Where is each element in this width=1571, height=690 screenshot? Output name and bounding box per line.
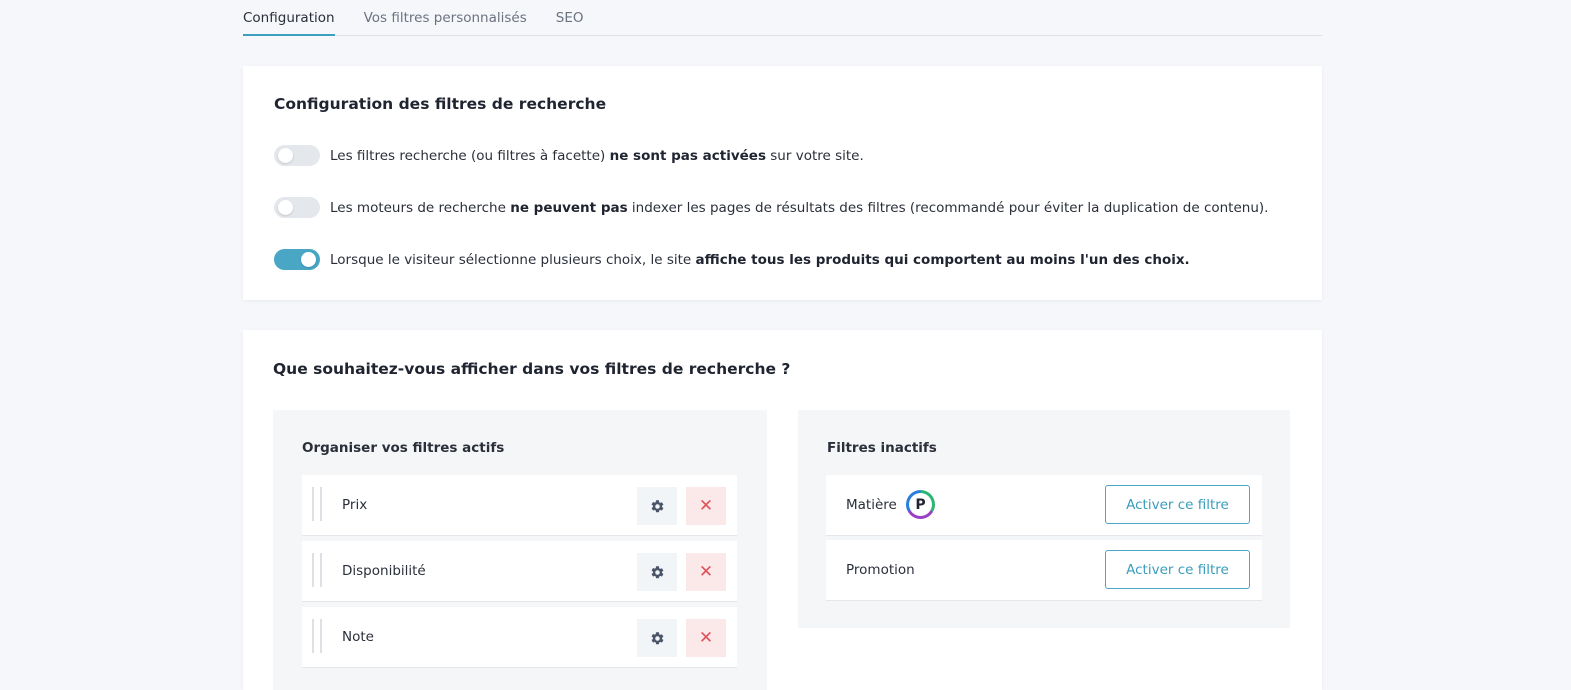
- option-facets: Les filtres recherche (ou filtres à face…: [274, 145, 864, 166]
- multi-choice-toggle[interactable]: [274, 249, 320, 270]
- config-title: Configuration des filtres de recherche: [274, 95, 607, 113]
- active-filters-title: Organiser vos filtres actifs: [302, 440, 505, 456]
- filter-label: Prix: [342, 497, 368, 513]
- settings-button[interactable]: [637, 553, 677, 591]
- close-icon: ✕: [698, 628, 714, 648]
- inactive-filters-panel: Filtres inactifs Matière P Activer ce fi…: [798, 410, 1290, 628]
- drag-handle-icon[interactable]: [312, 553, 322, 587]
- toggle-knob: [278, 200, 293, 215]
- tab-configuration[interactable]: Configuration: [243, 0, 335, 36]
- tab-custom-filters[interactable]: Vos filtres personnalisés: [364, 0, 527, 36]
- settings-button[interactable]: [637, 487, 677, 525]
- filter-label: Promotion: [846, 562, 915, 578]
- option-indexing: Les moteurs de recherche ne peuvent pas …: [274, 197, 1268, 218]
- filter-label: Disponibilité: [342, 563, 426, 579]
- activate-filter-button[interactable]: Activer ce filtre: [1105, 485, 1250, 524]
- filters-display-title: Que souhaitez-vous afficher dans vos fil…: [273, 360, 791, 378]
- gear-icon: [651, 631, 663, 644]
- option-text: Les moteurs de recherche ne peuvent pas …: [330, 199, 1269, 216]
- active-filters-panel: Organiser vos filtres actifs Prix ✕ Disp…: [273, 410, 767, 690]
- active-filter-row: Prix ✕: [302, 475, 737, 536]
- tab-bar: Configuration Vos filtres personnalisés …: [243, 0, 1322, 36]
- inactive-filter-row: Promotion Activer ce filtre: [826, 540, 1262, 601]
- delete-button[interactable]: ✕: [686, 553, 726, 591]
- drag-handle-icon[interactable]: [312, 619, 322, 653]
- option-text: Lorsque le visiteur sélectionne plusieur…: [330, 251, 1190, 268]
- option-multi-choice: Lorsque le visiteur sélectionne plusieur…: [274, 249, 1190, 270]
- filter-label: Note: [342, 629, 374, 645]
- premium-badge-icon: P: [906, 490, 935, 519]
- tab-seo[interactable]: SEO: [556, 0, 584, 36]
- gear-icon: [651, 565, 663, 578]
- delete-button[interactable]: ✕: [686, 487, 726, 525]
- settings-button[interactable]: [637, 619, 677, 657]
- close-icon: ✕: [698, 562, 714, 582]
- inactive-filters-title: Filtres inactifs: [827, 440, 937, 456]
- activate-filter-button[interactable]: Activer ce filtre: [1105, 550, 1250, 589]
- inactive-filter-row: Matière P Activer ce filtre: [826, 475, 1262, 536]
- indexing-toggle[interactable]: [274, 197, 320, 218]
- page-content: Configuration Vos filtres personnalisés …: [243, 0, 1322, 690]
- toggle-knob: [278, 148, 293, 163]
- close-icon: ✕: [698, 496, 714, 516]
- config-card: Configuration des filtres de recherche L…: [243, 66, 1322, 300]
- delete-button[interactable]: ✕: [686, 619, 726, 657]
- filters-display-card: Que souhaitez-vous afficher dans vos fil…: [243, 330, 1322, 690]
- facets-toggle[interactable]: [274, 145, 320, 166]
- active-filter-row: Note ✕: [302, 607, 737, 668]
- option-text: Les filtres recherche (ou filtres à face…: [330, 147, 864, 164]
- gear-icon: [651, 499, 663, 512]
- drag-handle-icon[interactable]: [312, 487, 322, 521]
- toggle-knob: [301, 252, 316, 267]
- active-filter-row: Disponibilité ✕: [302, 541, 737, 602]
- filter-label: Matière: [846, 497, 897, 513]
